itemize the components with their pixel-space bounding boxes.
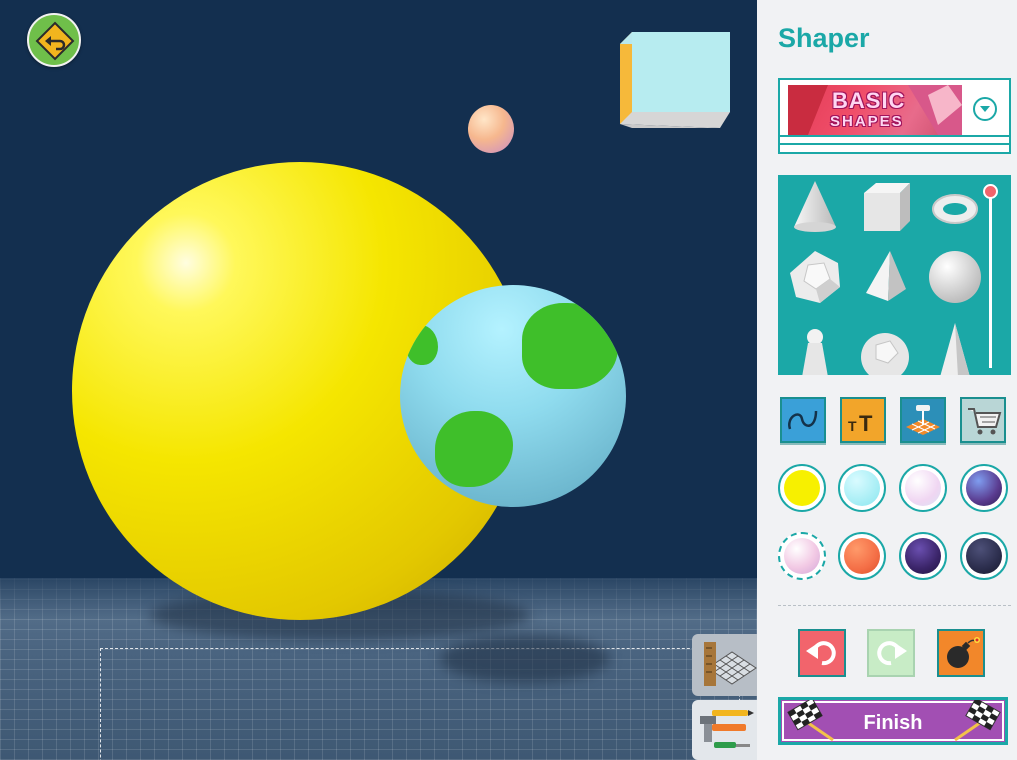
ruler-grid-mode-button[interactable] (692, 634, 757, 696)
back-button[interactable] (27, 13, 81, 67)
shape-palette (778, 175, 1011, 375)
color-swatch-galaxy-blue[interactable] (960, 464, 1008, 512)
swatch-fill (784, 470, 820, 506)
earth-sphere-object[interactable] (400, 285, 626, 507)
svg-text:T: T (859, 411, 873, 436)
shape-sphere[interactable] (920, 243, 990, 309)
swatch-fill (966, 470, 1002, 506)
color-swatch-pink-pearl[interactable] (778, 532, 826, 580)
dropdown-selected: BASIC SHAPES (780, 80, 1009, 137)
swatch-fill (844, 470, 880, 506)
shape-torus[interactable] (920, 175, 990, 241)
text-tool-button[interactable]: T T (840, 397, 886, 443)
undo-icon (806, 641, 836, 666)
land-patch (435, 411, 513, 487)
swatch-fill (966, 538, 1002, 574)
squiggle-icon (788, 410, 818, 430)
color-swatch-dark-space[interactable] (960, 532, 1008, 580)
palette-scrollbar[interactable] (989, 186, 992, 368)
ruler-grid-icon (704, 642, 757, 686)
earth-shadow (440, 635, 610, 683)
redo-button[interactable] (867, 629, 915, 677)
swatch-fill (905, 470, 941, 506)
shape-category-dropdown[interactable]: BASIC SHAPES (778, 78, 1011, 154)
redo-icon (877, 641, 907, 666)
swatch-fill (844, 538, 880, 574)
svg-text:T: T (848, 418, 857, 434)
shape-cube[interactable] (850, 175, 920, 241)
back-arrow-icon (35, 21, 75, 61)
category-banner-subtitle: SHAPES (830, 113, 904, 130)
shape-pawn[interactable] (780, 311, 850, 375)
palette-scroll-thumb[interactable] (983, 184, 998, 199)
shape-dodecahedron[interactable] (780, 243, 850, 309)
shop-tool-button[interactable] (960, 397, 1006, 443)
curve-tool-button[interactable] (780, 397, 826, 443)
category-banner-title: BASIC (832, 88, 906, 113)
undo-button[interactable] (798, 629, 846, 677)
land-patch (522, 303, 618, 389)
finish-button[interactable]: Finish (778, 697, 1008, 745)
color-swatch-light-cyan[interactable] (838, 464, 886, 512)
view-mode-toggles (692, 634, 757, 760)
swatch-fill (905, 538, 941, 574)
3d-viewport[interactable] (0, 0, 757, 760)
shape-cone[interactable] (780, 175, 850, 241)
tools-icon (700, 710, 754, 748)
sidebar-divider (778, 605, 1011, 606)
app-title: Shaper (778, 23, 870, 53)
grid-tool-button[interactable] (900, 397, 946, 443)
swatch-fill (784, 538, 820, 574)
color-swatch-purple-space[interactable] (899, 532, 947, 580)
text-size-icon: T T (848, 411, 873, 436)
cart-icon (968, 408, 1002, 435)
tools-mode-button[interactable] (692, 700, 757, 760)
build-area-outline (100, 648, 740, 760)
category-banner: BASIC SHAPES (788, 85, 962, 135)
shape-pyramid[interactable] (850, 243, 920, 309)
small-sphere-object[interactable] (468, 105, 514, 153)
color-swatch-orange[interactable] (838, 532, 886, 580)
shape-geodesic-sphere[interactable] (850, 311, 920, 375)
grid-pin-icon (906, 405, 940, 435)
checkered-flag-right-icon (954, 700, 1001, 742)
chevron-down-icon (973, 97, 997, 121)
color-swatch-yellow[interactable] (778, 464, 826, 512)
delete-all-button[interactable] (937, 629, 985, 677)
dropdown-divider (780, 143, 1009, 145)
shape-spike-cone[interactable] (920, 311, 990, 375)
cube-object[interactable] (620, 32, 730, 130)
land-patch (406, 325, 438, 365)
sidebar: Shaper BASIC SHAPES T T Finish (757, 0, 1017, 760)
bomb-icon (947, 637, 980, 668)
color-swatch-pearl[interactable] (899, 464, 947, 512)
